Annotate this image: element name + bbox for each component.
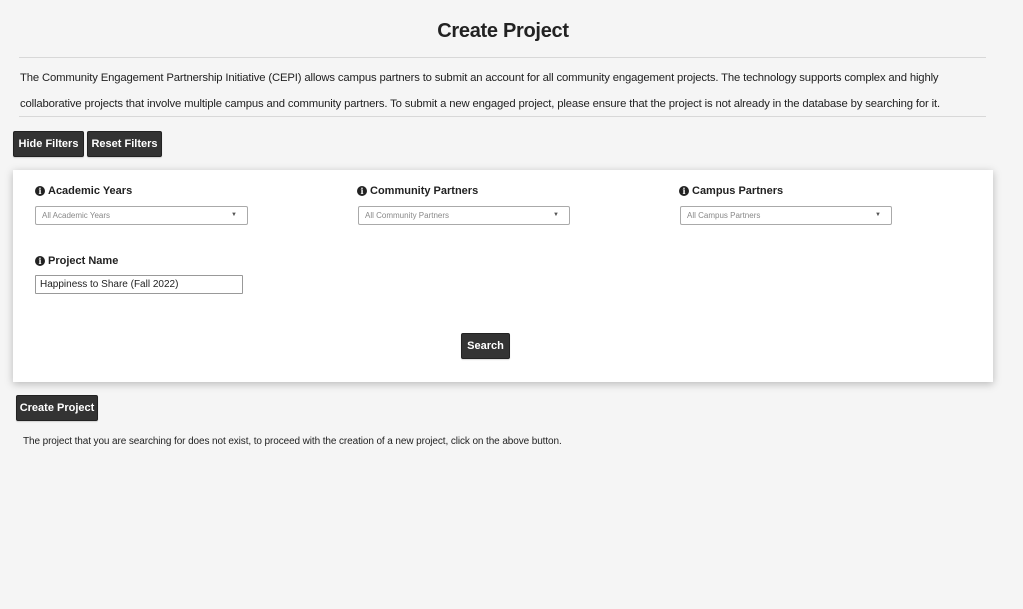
reset-filters-button[interactable]: Reset Filters [87, 131, 162, 157]
create-project-button[interactable]: Create Project [16, 395, 98, 421]
project-name-input[interactable] [35, 275, 243, 294]
community-partners-label-text: Community Partners [370, 185, 479, 197]
campus-partners-select[interactable]: All Campus Partners ▼ [680, 206, 892, 225]
academic-years-select-value: All Academic Years [42, 211, 111, 220]
academic-years-select[interactable]: All Academic Years ▼ [35, 206, 248, 225]
info-icon[interactable]: i [357, 186, 367, 196]
campus-partners-label: i Campus Partners [679, 185, 783, 197]
community-partners-select[interactable]: All Community Partners ▼ [358, 206, 570, 225]
community-partners-select-value: All Community Partners [365, 211, 450, 220]
search-button[interactable]: Search [461, 333, 510, 359]
project-name-label: i Project Name [35, 255, 118, 267]
campus-partners-label-text: Campus Partners [692, 185, 784, 197]
info-icon[interactable]: i [35, 256, 45, 266]
project-name-label-text: Project Name [48, 255, 119, 267]
divider-top [19, 57, 986, 58]
academic-years-label-text: Academic Years [48, 185, 133, 197]
academic-years-label: i Academic Years [35, 185, 132, 197]
info-icon[interactable]: i [35, 186, 45, 196]
divider-bottom [19, 116, 986, 117]
intro-text: The Community Engagement Partnership Ini… [20, 72, 940, 110]
create-project-page: Create Project The Community Engagement … [0, 0, 1023, 609]
campus-partners-select-value: All Campus Partners [687, 211, 761, 220]
chevron-down-icon: ▼ [553, 212, 559, 218]
not-found-message: The project that you are searching for d… [23, 436, 562, 447]
chevron-down-icon: ▼ [231, 212, 237, 218]
community-partners-label: i Community Partners [357, 185, 478, 197]
hide-filters-button[interactable]: Hide Filters [13, 131, 84, 157]
chevron-down-icon: ▼ [875, 212, 881, 218]
info-icon[interactable]: i [679, 186, 689, 196]
page-title: Create Project [437, 20, 569, 42]
